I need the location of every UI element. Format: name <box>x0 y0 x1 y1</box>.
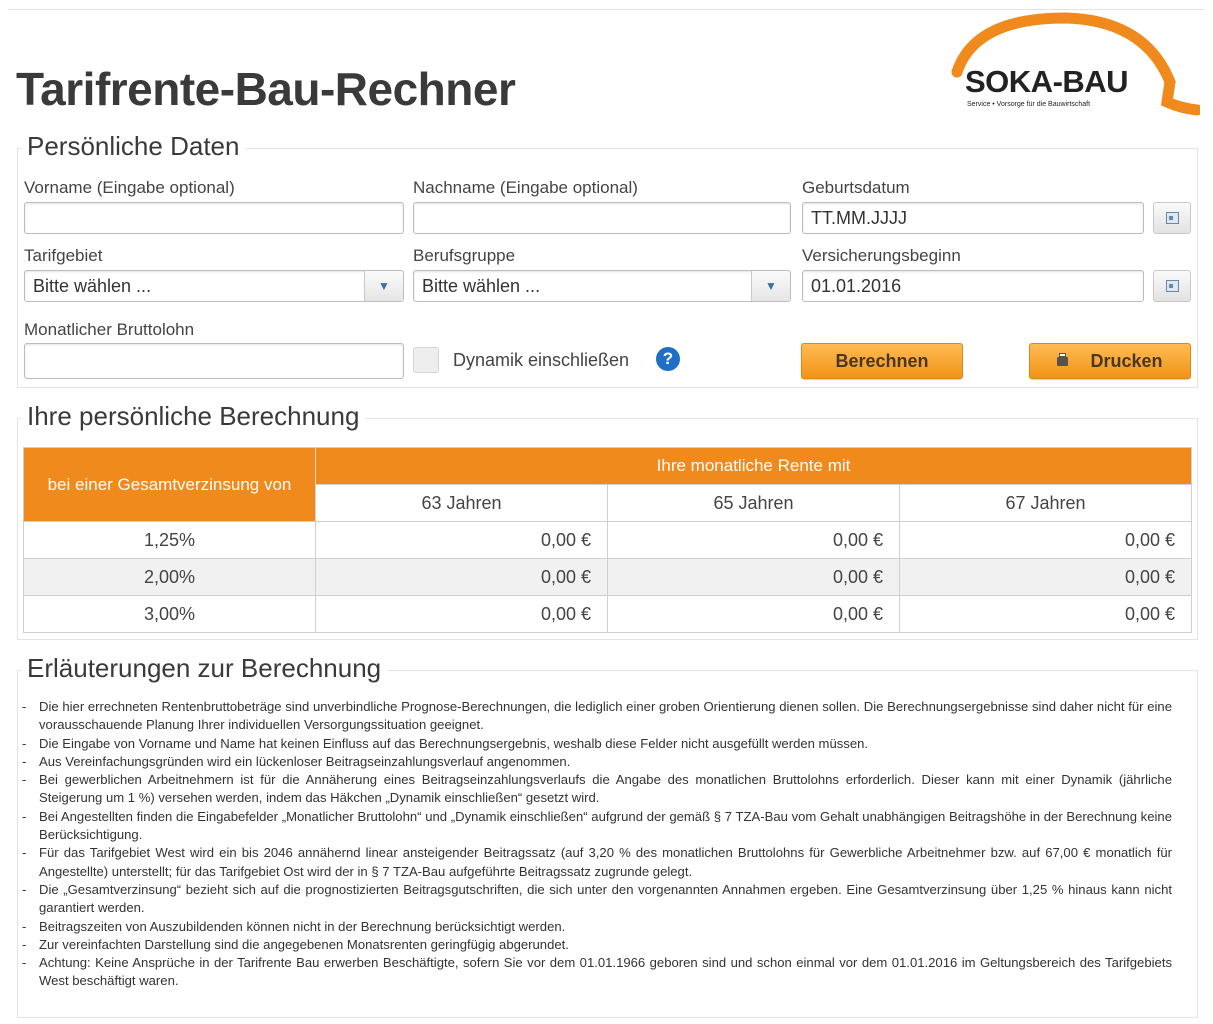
chevron-down-icon[interactable]: ▼ <box>364 271 403 301</box>
page-title: Tarifrente-Bau-Rechner <box>16 63 516 115</box>
list-item: Aus Vereinfachungsgründen wird ein lücke… <box>22 753 1172 772</box>
list-item: Bei Angestellten finden die Eingabefelde… <box>22 808 1172 845</box>
birthdate-label: Geburtsdatum <box>802 178 910 197</box>
rent-67-cell: 0,00 € <box>898 558 1193 596</box>
insurance-start-calendar-button[interactable] <box>1153 270 1191 302</box>
dynamic-checkbox[interactable] <box>413 347 439 373</box>
print-button[interactable]: Drucken <box>1029 343 1191 379</box>
tariff-select[interactable]: Bitte wählen ... ▼ <box>24 270 404 302</box>
help-icon[interactable]: ? <box>656 347 680 371</box>
rent-65-cell: 0,00 € <box>607 595 900 633</box>
logo-text: SOKA-BAU <box>965 64 1129 99</box>
personal-data-legend: Persönliche Daten <box>21 131 246 162</box>
calculation-legend: Ihre persönliche Berechnung <box>21 401 366 432</box>
age-header-63: 63 Jahren <box>315 484 608 522</box>
rent-63-cell: 0,00 € <box>315 521 608 559</box>
top-divider <box>8 9 1205 10</box>
profession-label: Berufsgruppe <box>413 246 516 265</box>
insurance-start-label: Versicherungsbeginn <box>802 246 961 265</box>
list-item: Die hier errechneten Rentenbruttobeträge… <box>22 698 1172 735</box>
calendar-icon <box>1165 280 1179 292</box>
chevron-down-icon[interactable]: ▼ <box>751 271 790 301</box>
interest-column-header: bei einer Gesamtverzinsung von <box>23 447 316 522</box>
rent-67-cell: 0,00 € <box>898 595 1193 633</box>
rent-65-cell: 0,00 € <box>607 558 900 596</box>
rent-63-cell: 0,00 € <box>315 595 608 633</box>
list-item: Zur vereinfachten Darstellung sind die a… <box>22 936 1172 955</box>
calculate-button[interactable]: Berechnen <box>801 343 963 379</box>
list-item: Für das Tarifgebiet West wird ein bis 20… <box>22 844 1172 881</box>
rate-cell: 1,25% <box>23 521 316 559</box>
lastname-label: Nachname (Eingabe optional) <box>413 178 638 197</box>
table-row: 2,00% 0,00 € 0,00 € 0,00 € <box>23 558 1193 596</box>
rent-63-cell: 0,00 € <box>315 558 608 596</box>
birthdate-calendar-button[interactable] <box>1153 202 1191 234</box>
birthdate-input[interactable]: TT.MM.JJJJ <box>802 202 1144 234</box>
age-header-67: 67 Jahren <box>898 484 1193 522</box>
list-item: Die Eingabe von Vorname und Name hat kei… <box>22 735 1172 754</box>
calendar-icon <box>1165 212 1179 224</box>
rate-cell: 2,00% <box>23 558 316 596</box>
rent-67-cell: 0,00 € <box>898 521 1193 559</box>
profession-select-value: Bitte wählen ... <box>422 276 541 296</box>
firstname-input[interactable] <box>24 202 404 234</box>
table-row: 3,00% 0,00 € 0,00 € 0,00 € <box>23 595 1193 633</box>
explanations-list: Die hier errechneten Rentenbruttobeträge… <box>22 698 1172 991</box>
tariff-label: Tarifgebiet <box>24 246 103 265</box>
salary-label: Monatlicher Bruttolohn <box>24 320 195 339</box>
dynamic-label: Dynamik einschließen <box>453 350 630 370</box>
salary-input[interactable] <box>24 343 404 379</box>
list-item: Die „Gesamtverzinsung“ bezieht sich auf … <box>22 881 1172 918</box>
list-item: Bei gewerblichen Arbeitnehmern ist für d… <box>22 771 1172 808</box>
list-item: Beitragszeiten von Auszubildenden können… <box>22 918 1172 937</box>
explanations-legend: Erläuterungen zur Berechnung <box>21 653 388 684</box>
insurance-start-input[interactable]: 01.01.2016 <box>802 270 1144 302</box>
list-item: Achtung: Keine Ansprüche in der Tarifren… <box>22 954 1172 991</box>
rent-65-cell: 0,00 € <box>607 521 900 559</box>
printer-icon <box>1057 352 1069 366</box>
results-table: bei einer Gesamtverzinsung von Ihre mona… <box>23 447 1193 633</box>
tariff-select-value: Bitte wählen ... <box>33 276 152 296</box>
print-button-label: Drucken <box>1090 350 1163 371</box>
rent-group-header: Ihre monatliche Rente mit <box>314 447 1193 485</box>
rate-cell: 3,00% <box>23 595 316 633</box>
age-header-65: 65 Jahren <box>607 484 900 522</box>
logo-subtitle: Service • Vorsorge für die Bauwirtschaft <box>967 101 1091 108</box>
lastname-input[interactable] <box>413 202 791 234</box>
soka-bau-logo: SOKA-BAU Service • Vorsorge für die Bauw… <box>945 12 1200 120</box>
profession-select[interactable]: Bitte wählen ... ▼ <box>413 270 791 302</box>
firstname-label: Vorname (Eingabe optional) <box>24 178 235 197</box>
table-row: 1,25% 0,00 € 0,00 € 0,00 € <box>23 521 1193 559</box>
